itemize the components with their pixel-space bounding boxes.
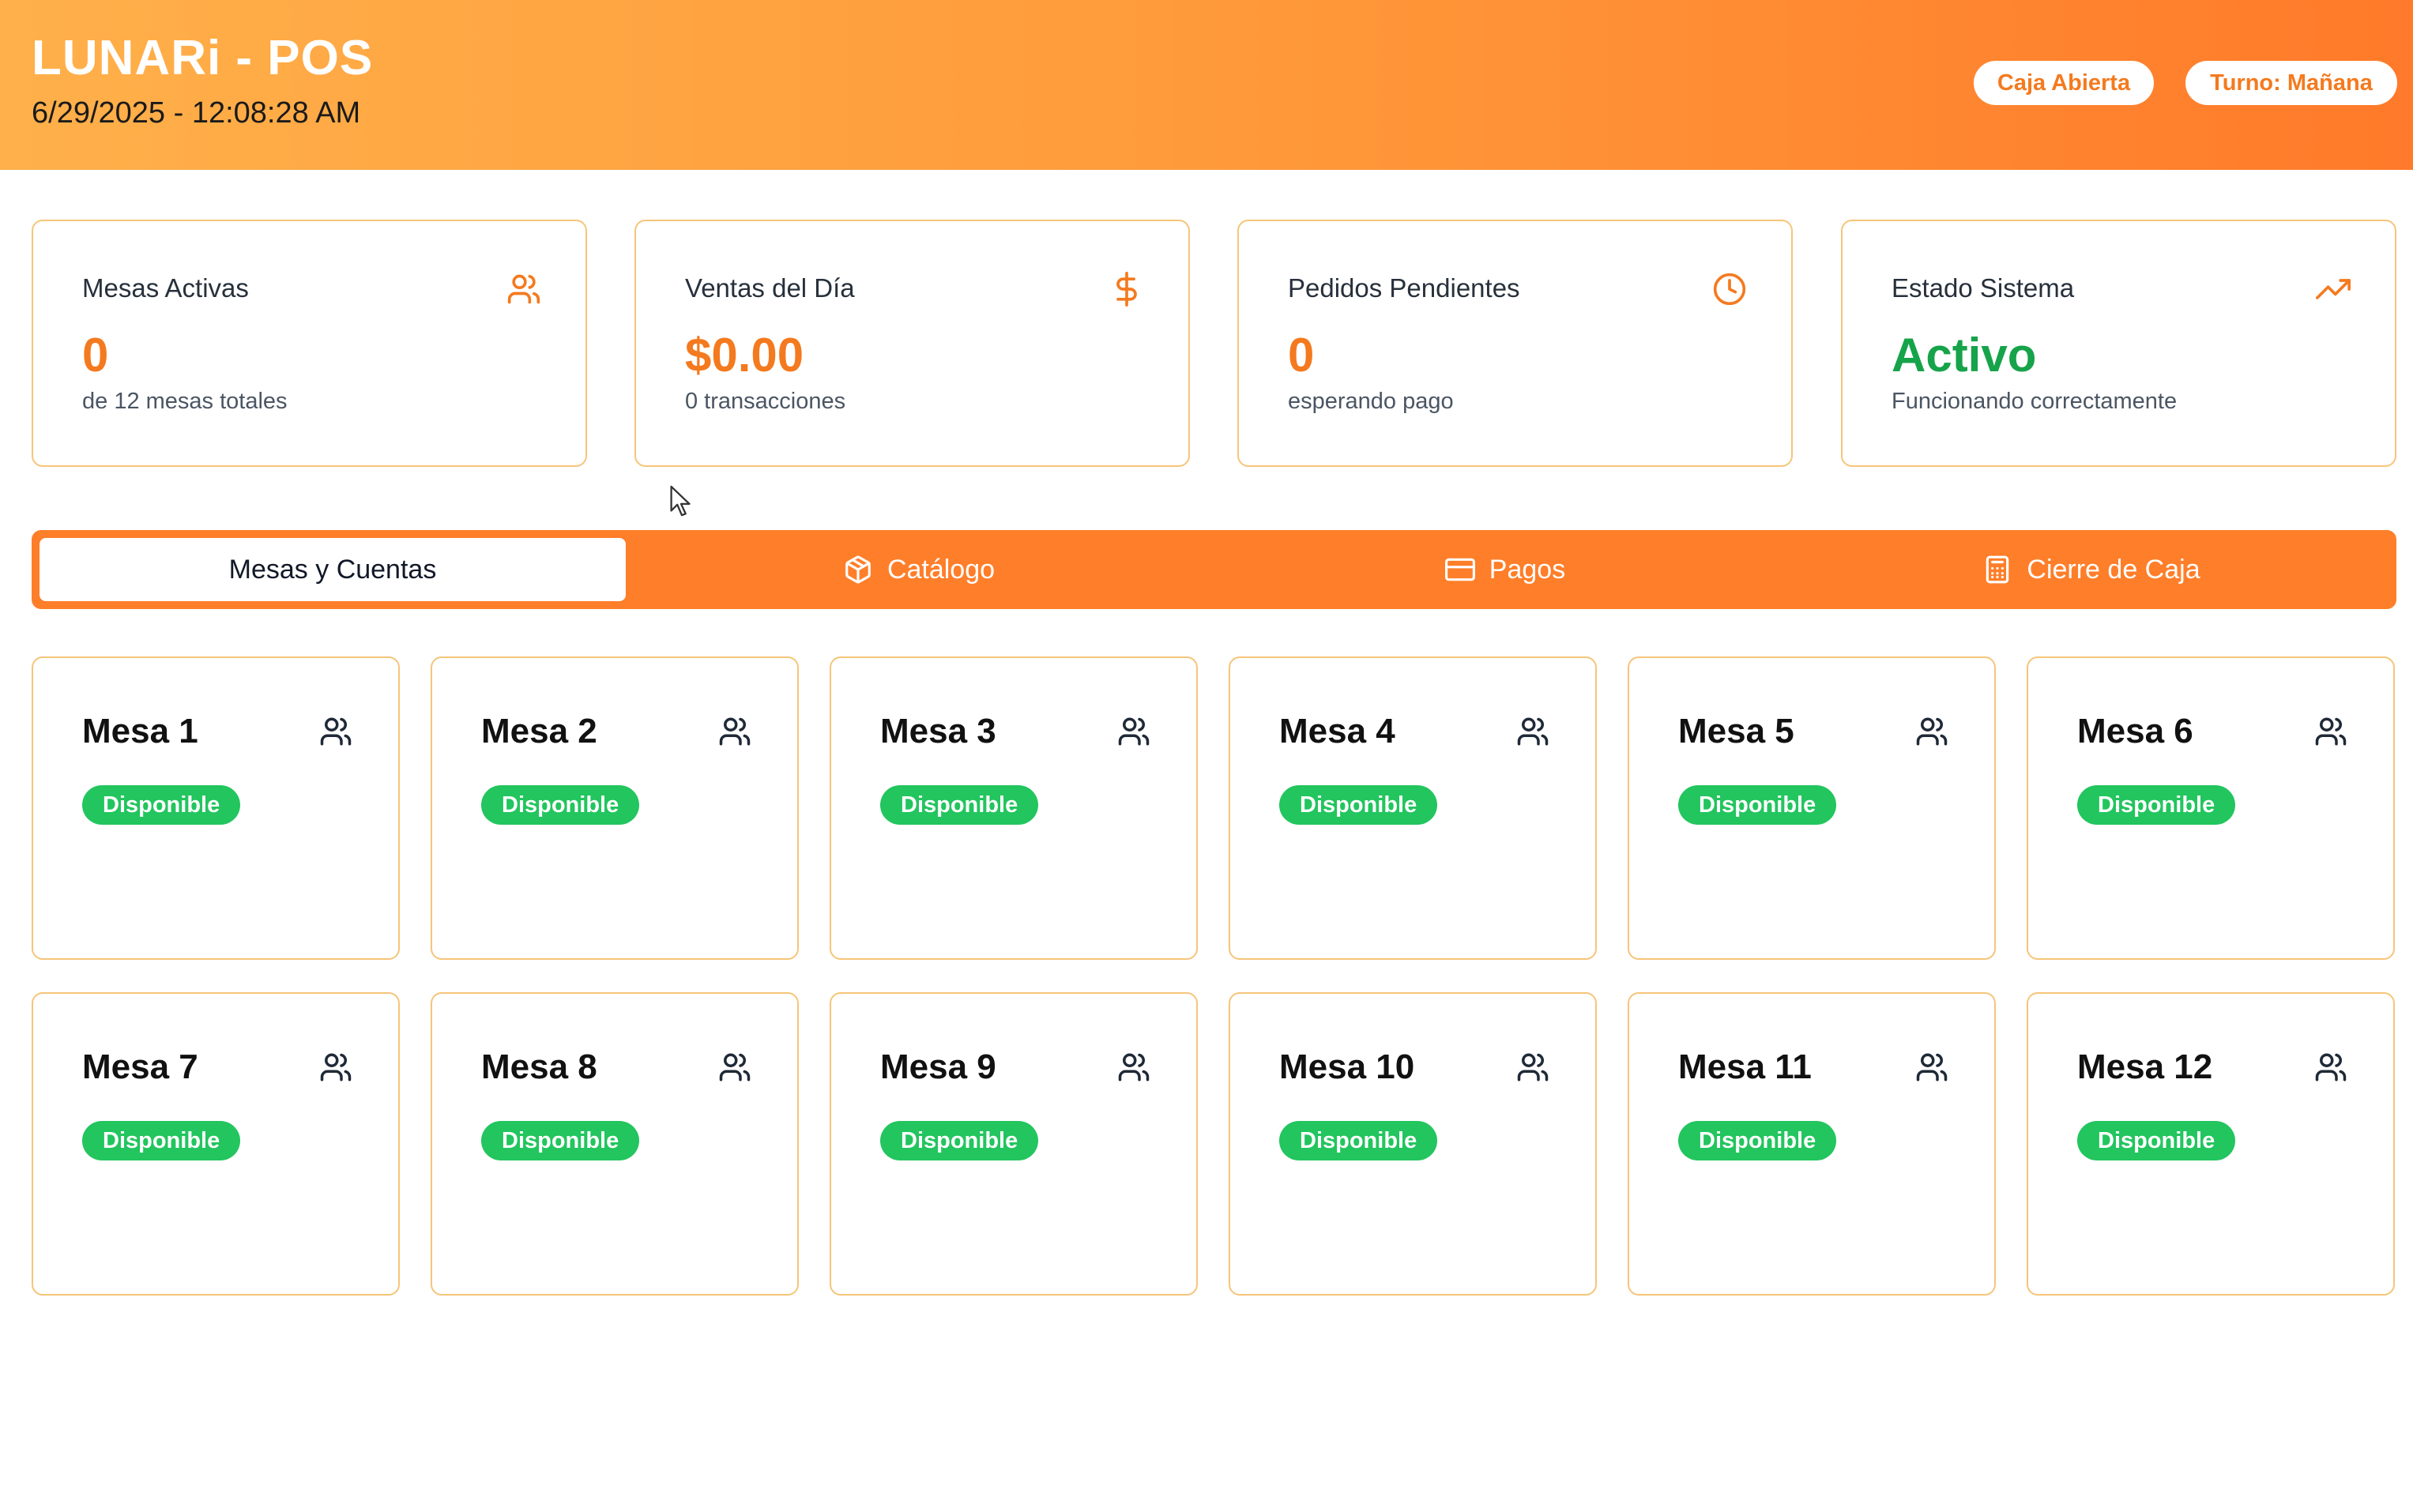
- mouse-cursor-icon: [670, 485, 691, 517]
- tab-label: Catálogo: [887, 554, 996, 585]
- tab-payments[interactable]: Pagos: [1212, 538, 1798, 601]
- table-card[interactable]: Mesa 6 Disponible: [2027, 656, 2395, 960]
- stat-value: $0.00: [685, 329, 804, 382]
- table-card[interactable]: Mesa 1 Disponible: [32, 656, 400, 960]
- tab-label: Pagos: [1489, 554, 1566, 585]
- status-badge: Disponible: [2077, 785, 2236, 825]
- stat-label: Ventas del Día: [685, 273, 855, 303]
- stat-subtext: esperando pago: [1288, 389, 1454, 414]
- table-card[interactable]: Mesa 2 Disponible: [431, 656, 799, 960]
- status-badge: Disponible: [481, 1121, 640, 1160]
- table-card[interactable]: Mesa 8 Disponible: [431, 992, 799, 1296]
- table-card[interactable]: Mesa 9 Disponible: [830, 992, 1198, 1296]
- users-icon: [507, 274, 540, 304]
- users-icon: [320, 717, 352, 746]
- tab-label: Mesas y Cuentas: [228, 554, 437, 585]
- table-name: Mesa 10: [1279, 1047, 1415, 1086]
- stat-subtext: de 12 mesas totales: [82, 389, 288, 414]
- users-icon: [1916, 717, 1948, 746]
- stat-value: Activo: [1892, 329, 2037, 382]
- app-header: LUNARi - POS 6/29/2025 - 12:08:28 AM Caj…: [0, 0, 2413, 170]
- table-name: Mesa 3: [880, 712, 996, 750]
- shift-badge[interactable]: Turno: Mañana: [2185, 61, 2397, 105]
- main-tabs: Mesas y Cuentas Catálogo Pagos Cierre de…: [32, 530, 2396, 609]
- tab-catalog[interactable]: Catálogo: [626, 538, 1212, 601]
- status-badge: Disponible: [1279, 1121, 1438, 1160]
- table-card[interactable]: Mesa 5 Disponible: [1628, 656, 1996, 960]
- users-icon: [719, 717, 751, 746]
- stat-label: Estado Sistema: [1892, 273, 2075, 303]
- package-icon: [845, 555, 871, 584]
- table-card[interactable]: Mesa 10 Disponible: [1229, 992, 1597, 1296]
- credit-card-icon: [1444, 558, 1475, 581]
- dollar-icon: [1116, 272, 1137, 307]
- users-icon: [1517, 1053, 1549, 1081]
- table-name: Mesa 6: [2077, 712, 2193, 750]
- status-badge: Disponible: [880, 785, 1039, 825]
- trending-up-icon: [2316, 279, 2351, 299]
- current-datetime: 6/29/2025 - 12:08:28 AM: [32, 96, 361, 130]
- table-name: Mesa 1: [82, 712, 198, 750]
- status-badge: Disponible: [880, 1121, 1039, 1160]
- status-badge: Disponible: [1678, 1121, 1837, 1160]
- status-badge: Disponible: [1678, 785, 1837, 825]
- table-name: Mesa 5: [1678, 712, 1794, 750]
- stat-label: Mesas Activas: [82, 273, 249, 303]
- table-card[interactable]: Mesa 7 Disponible: [32, 992, 400, 1296]
- clock-icon: [1713, 273, 1746, 306]
- table-name: Mesa 11: [1678, 1047, 1812, 1086]
- stat-subtext: 0 transacciones: [685, 389, 846, 414]
- table-name: Mesa 4: [1279, 712, 1395, 750]
- table-name: Mesa 12: [2077, 1047, 2213, 1086]
- table-card[interactable]: Mesa 3 Disponible: [830, 656, 1198, 960]
- cash-register-status-badge[interactable]: Caja Abierta: [1974, 61, 2154, 105]
- stat-label: Pedidos Pendientes: [1288, 273, 1520, 303]
- users-icon: [719, 1053, 751, 1081]
- status-badge: Disponible: [82, 785, 241, 825]
- stat-subtext: Funcionando correctamente: [1892, 389, 2178, 414]
- stat-card-system-status: Estado Sistema Activo Funcionando correc…: [1841, 220, 2396, 467]
- users-icon: [1916, 1053, 1948, 1081]
- users-icon: [2315, 1053, 2347, 1081]
- users-icon: [1517, 717, 1549, 746]
- calculator-icon: [1986, 555, 2009, 584]
- users-icon: [1118, 717, 1150, 746]
- app-title: LUNARi - POS: [32, 31, 374, 85]
- stat-value: 0: [82, 329, 109, 382]
- stat-card-pending-orders: Pedidos Pendientes 0 esperando pago: [1237, 220, 1793, 467]
- table-name: Mesa 8: [481, 1047, 597, 1086]
- status-badge: Disponible: [82, 1121, 241, 1160]
- tab-tables-accounts[interactable]: Mesas y Cuentas: [40, 538, 626, 601]
- table-card[interactable]: Mesa 12 Disponible: [2027, 992, 2395, 1296]
- stat-card-daily-sales: Ventas del Día $0.00 0 transacciones: [634, 220, 1190, 467]
- table-card[interactable]: Mesa 4 Disponible: [1229, 656, 1597, 960]
- status-badge: Disponible: [2077, 1121, 2236, 1160]
- stat-card-active-tables: Mesas Activas 0 de 12 mesas totales: [32, 220, 587, 467]
- users-icon: [1118, 1053, 1150, 1081]
- stat-value: 0: [1288, 329, 1315, 382]
- status-badge: Disponible: [481, 785, 640, 825]
- tab-cash-closing[interactable]: Cierre de Caja: [1798, 538, 2385, 601]
- users-icon: [2315, 717, 2347, 746]
- table-name: Mesa 2: [481, 712, 597, 750]
- tab-label: Cierre de Caja: [2027, 554, 2200, 585]
- table-card[interactable]: Mesa 11 Disponible: [1628, 992, 1996, 1296]
- users-icon: [320, 1053, 352, 1081]
- status-badge: Disponible: [1279, 785, 1438, 825]
- table-name: Mesa 9: [880, 1047, 996, 1086]
- table-name: Mesa 7: [82, 1047, 198, 1086]
